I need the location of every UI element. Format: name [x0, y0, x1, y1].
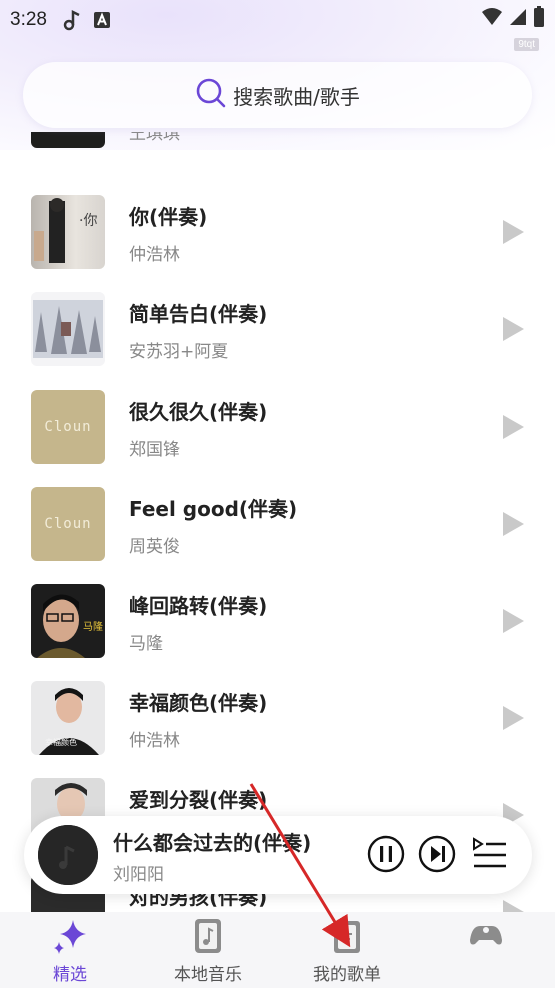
play-icon[interactable]	[500, 316, 526, 342]
list-item[interactable]: ·你 你(伴奏) 仲浩林	[0, 195, 555, 292]
song-title: 简单告白(伴奏)	[129, 302, 268, 326]
song-artist: 仲浩林	[129, 245, 180, 265]
status-time: 3:28	[10, 9, 47, 30]
search-icon	[195, 77, 227, 113]
mini-player-title: 什么都会过去的(伴奏)	[113, 831, 312, 855]
song-artist: 郑国锋	[129, 440, 180, 460]
cover-text: 幸福颜色	[45, 737, 77, 747]
cover-text: 马隆	[83, 620, 103, 633]
list-item[interactable]: 王琪琪	[0, 132, 555, 171]
cover-text: Cloun	[44, 419, 92, 435]
song-list[interactable]: 王琪琪 ·你 你(伴奏) 仲浩林 简单告白(伴奏) 安苏羽+阿夏 Cloun 很…	[0, 132, 555, 912]
album-cover: Cloun	[31, 487, 105, 561]
mini-player-cover	[38, 825, 98, 885]
song-artist: 马隆	[129, 634, 163, 654]
status-bar: 3:28	[0, 0, 555, 40]
sparkle-icon	[54, 920, 86, 954]
nav-item-local-music[interactable]: 本地音乐	[138, 916, 278, 986]
nav-label: 精选	[53, 965, 87, 985]
song-artist: 仲浩林	[129, 731, 180, 751]
play-icon[interactable]	[500, 899, 526, 912]
song-title: 幸福颜色(伴奏)	[129, 691, 268, 715]
song-artist: 周英俊	[129, 537, 180, 557]
play-icon[interactable]	[500, 608, 526, 634]
song-title: 峰回路转(伴奏)	[129, 594, 268, 618]
nav-item-my-playlist[interactable]: 我的歌单	[277, 916, 417, 986]
list-item[interactable]: 幸福颜色 幸福颜色(伴奏) 仲浩林	[0, 681, 555, 778]
album-cover: Cloun	[31, 390, 105, 464]
song-title: 爱到分裂(伴奏)	[129, 788, 268, 812]
album-cover: 幸福颜色	[31, 681, 105, 755]
list-item[interactable]: Cloun Feel good(伴奏) 周英俊	[0, 487, 555, 584]
playlist-queue-icon[interactable]	[470, 835, 508, 873]
song-title: Feel good(伴奏)	[129, 497, 298, 521]
play-icon[interactable]	[500, 414, 526, 440]
song-artist: 安苏羽+阿夏	[129, 342, 229, 362]
album-cover: 马隆	[31, 584, 105, 658]
song-title: 你(伴奏)	[129, 205, 208, 229]
local-music-icon	[195, 919, 221, 953]
song-title: 很久很久(伴奏)	[129, 400, 268, 424]
list-item[interactable]: 马隆 峰回路转(伴奏) 马隆	[0, 584, 555, 681]
cover-text: Cloun	[44, 516, 92, 532]
gamepad-icon	[470, 926, 502, 945]
bottom-nav: 精选 本地音乐 我的歌单	[0, 912, 555, 988]
svg-text:·你: ·你	[79, 213, 97, 229]
song-artist: 王琪琪	[129, 132, 180, 144]
list-item[interactable]: Cloun 很久很久(伴奏) 郑国锋	[0, 390, 555, 487]
nav-item-featured[interactable]: 精选	[0, 916, 140, 986]
mini-player[interactable]: 什么都会过去的(伴奏) 刘阳阳	[24, 816, 532, 894]
album-cover: ·你	[31, 195, 105, 269]
pause-icon[interactable]	[367, 835, 405, 873]
play-icon[interactable]	[500, 511, 526, 537]
play-icon[interactable]	[500, 219, 526, 245]
list-item[interactable]: 简单告白(伴奏) 安苏羽+阿夏	[0, 292, 555, 389]
mini-player-artist: 刘阳阳	[113, 865, 164, 885]
play-icon[interactable]	[500, 705, 526, 731]
album-cover	[31, 132, 105, 148]
nav-item-games[interactable]	[416, 916, 555, 986]
album-cover	[31, 292, 105, 366]
music-note-icon	[63, 9, 81, 31]
nav-label: 我的歌单	[313, 965, 381, 985]
search-placeholder: 搜索歌曲/歌手	[233, 84, 360, 109]
font-a-icon	[93, 11, 111, 29]
nav-label: 本地音乐	[174, 965, 242, 985]
playlist-icon	[334, 921, 360, 953]
next-track-icon[interactable]	[418, 835, 456, 873]
watermark: 9tqt	[514, 38, 539, 51]
search-bar[interactable]: 搜索歌曲/歌手	[23, 62, 532, 128]
